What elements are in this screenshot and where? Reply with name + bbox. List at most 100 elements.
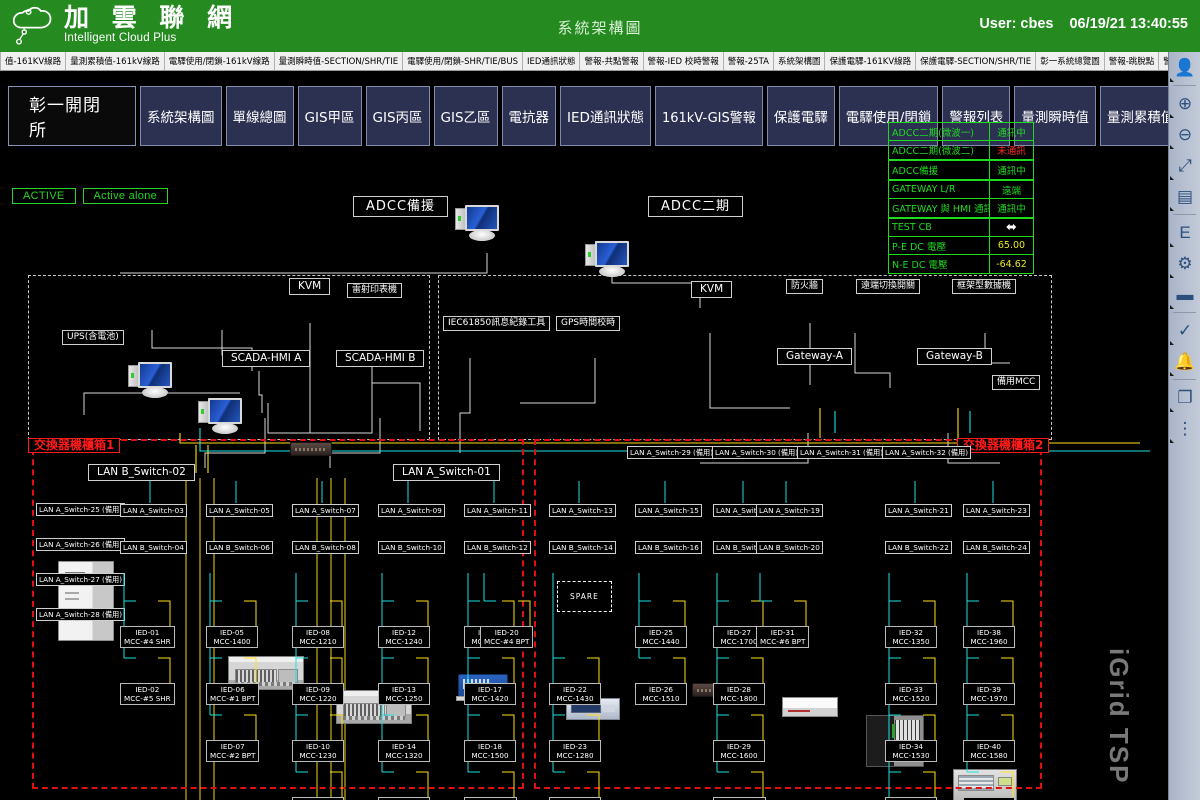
tab-item[interactable]: IED通訊狀態 (523, 52, 581, 70)
list-view-icon[interactable]: ▤ (1169, 181, 1200, 212)
label-switch-cabinet-1: 交換器機櫃箱1 (28, 438, 121, 453)
ied-mcc: MCC-1500 (471, 751, 509, 760)
hmi-a-monitor (128, 362, 174, 398)
column-switch-b-label: LAN B_Switch-20 (756, 541, 823, 554)
ied-id: IED-23 (563, 742, 587, 751)
spare-switch-label: LAN A_Switch-27 (備用) (36, 573, 126, 586)
ied-label: IED-39 MCC-1970 (963, 683, 1015, 705)
corner-marker (1170, 243, 1174, 247)
ied-mcc: MCC-1960 (970, 637, 1008, 646)
windows-icon[interactable]: ❐ (1169, 382, 1200, 413)
corner-marker (1170, 372, 1174, 376)
corner-marker (1170, 207, 1174, 211)
corner-marker (1170, 274, 1174, 278)
label-kvm-right: KVM (691, 281, 733, 298)
label-core-switch-b: LAN B_Switch-02 (88, 464, 195, 481)
list-view-icon-glyph: ▤ (1176, 187, 1194, 206)
label-gps-time-sync: GPS時間校時 (556, 316, 621, 331)
ied-id: IED-28 (727, 685, 751, 694)
ied-id: IED-13 (392, 685, 416, 694)
zoom-in-icon[interactable]: ⊕ (1169, 88, 1200, 119)
tab-item[interactable]: 保護電驛-SECTION/SHR/TIE (916, 52, 1037, 70)
label-kvm-left: KVM (289, 278, 331, 295)
e-script-icon[interactable]: E (1169, 217, 1200, 248)
adcc-phase2-monitor (585, 241, 631, 277)
ied-mcc: MCC-1510 (642, 694, 680, 703)
ied-label: IED-12 MCC-1240 (378, 626, 430, 648)
tab-item[interactable]: 量測瞬時值-SECTION/SHR/TIE (274, 52, 404, 70)
ied-label: IED-13 MCC-1250 (378, 683, 430, 705)
ied-id: IED-01 (135, 628, 160, 637)
zoom-in-icon-glyph: ⊕ (1177, 94, 1193, 113)
tab-item[interactable]: 警報-共點警報 (580, 52, 644, 70)
column-switch-a-label: LAN A_Switch-11 (464, 504, 531, 517)
tab-item[interactable]: 警報-IED 校時警報 (643, 52, 724, 70)
tab-item[interactable]: 電驛使用/閉鎖-161kV線路 (164, 52, 275, 70)
user-icon-glyph: 👤 (1174, 58, 1196, 77)
corner-marker (1170, 145, 1174, 149)
ied-mcc: MCC-1430 (556, 694, 594, 703)
ied-id: IED-20 (494, 628, 519, 637)
spare-switch-label: LAN A_Switch-28 (備用) (36, 608, 126, 621)
tab-item[interactable]: 警報-25TA (723, 52, 774, 70)
tab-item[interactable]: 保護電驛-161KV線路 (825, 52, 917, 70)
ied-mcc: MCC-#6 BPT (760, 637, 806, 646)
tab-item[interactable]: 彰一系統總覽圖 (1036, 52, 1105, 70)
column-switch-a-label: LAN A_Switch-09 (378, 504, 445, 517)
hmi-b-monitor (198, 398, 244, 434)
check-circle-icon[interactable]: ✓ (1169, 315, 1200, 346)
label-laser-printer: 雷射印表機 (347, 283, 403, 298)
corner-marker (1170, 176, 1174, 180)
label-firewall: 防火牆 (786, 279, 824, 294)
column-switch-a-label: LAN A_Switch-13 (549, 504, 616, 517)
ied-id: IED-06 (220, 685, 245, 694)
ied-label: IED-32 MCC-1350 (885, 626, 937, 648)
user-icon[interactable]: 👤 (1169, 52, 1200, 83)
fit-screen-icon[interactable]: ⤢ (1169, 150, 1200, 181)
ied-mcc: MCC-#2 BPT (210, 751, 256, 760)
tab-item[interactable]: 系統架構圖 (773, 52, 826, 70)
label-scada-hmi-b: SCADA-HMI B (336, 350, 425, 367)
corner-marker (1170, 408, 1174, 412)
ied-label: IED-06 MCC-#1 BPT (206, 683, 260, 705)
database-icon-glyph: ▬ (1176, 285, 1194, 304)
column-switch-b-label: LAN B_Switch-06 (206, 541, 273, 554)
tsp-watermark: iGrid TSP (1104, 648, 1134, 785)
screen-tabstrip[interactable]: 值-161KV線路 量測累積值-161kV線路 電驛使用/閉鎖-161kV線路 量測瞬… (0, 52, 1200, 71)
architecture-diagram-canvas: ADCC備援 ADCC二期 KVM 雷射印表機 UPS(含電池) SCADA-H… (0, 133, 1168, 800)
ied-label: IED-14 MCC-1320 (378, 740, 430, 762)
spare-switch-label: LAN A_Switch-31 (備用) (797, 446, 887, 459)
ied-mcc: MCC-#4 BPT (484, 637, 530, 646)
ied-label: IED-20 MCC-#4 BPT (480, 626, 534, 648)
tab-item[interactable]: 電驛使用/閉鎖-SHR/TIE/BUS (403, 52, 524, 70)
ied-mcc: MCC-1320 (385, 751, 423, 760)
zoom-out-icon[interactable]: ⊖ (1169, 119, 1200, 150)
ied-id: IED-12 (392, 628, 416, 637)
tabstrip-items[interactable]: 值-161KV線路 量測累積值-161kV線路 電驛使用/閉鎖-161kV線路 量測瞬… (0, 52, 1178, 70)
bell-mute-icon[interactable]: 🔔 (1169, 346, 1200, 377)
settings-icon[interactable]: ⚙ (1169, 248, 1200, 279)
scada-system-architecture-screen: 加 雲 聯 網 Intelligent Cloud Plus 系統架構圖 Use… (0, 0, 1200, 800)
column-switch-a-label: LAN A_Switch-07 (292, 504, 359, 517)
ied-mcc: MCC-#5 SHR (124, 694, 171, 703)
ied-id: IED-02 (135, 685, 160, 694)
ied-id: IED-33 (899, 685, 923, 694)
tab-item[interactable]: 量測累積值-161kV線路 (66, 52, 165, 70)
spare-switch-label: LAN A_Switch-29 (備用) (627, 446, 717, 459)
label-scada-hmi-a: SCADA-HMI A (222, 350, 311, 367)
right-tool-sidebar[interactable]: 👤 ⊕ ⊖ ⤢ ▤ E ⚙ ▬ ✓ 🔔 ❐ ⋮ (1168, 52, 1200, 800)
database-icon[interactable]: ▬ (1169, 279, 1200, 310)
tab-item[interactable]: 警報-跳脫點 (1104, 52, 1160, 70)
more-options-icon[interactable]: ⋮ (1169, 413, 1200, 444)
ied-label: IED-25 MCC-1440 (635, 626, 687, 648)
ied-mcc: MCC-1420 (471, 694, 509, 703)
ied-id: IED-22 (563, 685, 587, 694)
ied-label: IED-26 MCC-1510 (635, 683, 687, 705)
ied-id: IED-14 (392, 742, 416, 751)
tab-item[interactable]: 值-161KV線路 (0, 52, 67, 70)
spare-switch-label: LAN A_Switch-30 (備用) (712, 446, 802, 459)
ied-mcc: MCC-1530 (892, 751, 930, 760)
label-gateway-a: Gateway-A (777, 348, 852, 365)
ied-label: IED-23 MCC-1280 (549, 740, 601, 762)
ied-id: IED-40 (977, 742, 1001, 751)
